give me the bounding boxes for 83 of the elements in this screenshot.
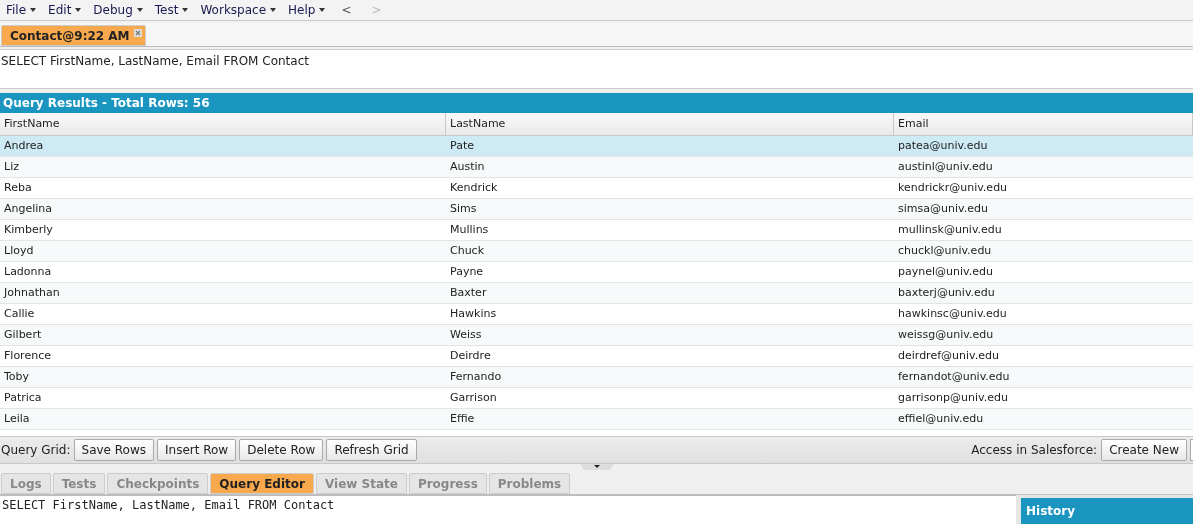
table-cell-text: chuckl@univ.edu (898, 242, 992, 259)
table-cell-text: Angelina (4, 200, 53, 217)
back-button[interactable]: < (337, 1, 356, 19)
menu-item[interactable]: File (6, 1, 37, 19)
table-cell-text: Pate (450, 137, 474, 154)
toolbar-button[interactable]: Create New (1101, 439, 1187, 461)
table-cell-text: Austin (450, 158, 485, 175)
table-cell-text: Patrica (4, 389, 42, 406)
table-row[interactable]: Toby Fernando fernandot@univ.edu (0, 367, 1193, 388)
results-title: Query Results - Total Rows: 56 (3, 95, 210, 112)
history-title: History (1026, 503, 1076, 520)
table-cell-text: simsa@univ.edu (898, 200, 988, 217)
table-cell-text: garrisonp@univ.edu (898, 389, 1008, 406)
table-cell-text: Callie (4, 305, 35, 322)
query-editor[interactable]: SELECT FirstName, LastName, Email FROM Contact (0, 495, 1016, 524)
menu-item[interactable]: Test (154, 1, 189, 19)
toolbar-button[interactable] (1190, 439, 1193, 461)
table-cell-text: Baxter (450, 284, 487, 301)
table-cell-text: mullinsk@univ.edu (898, 221, 1002, 238)
table-cell-text: Fernando (450, 368, 502, 385)
table-cell-text: hawkinsc@univ.edu (898, 305, 1007, 322)
table-row[interactable]: Andrea Pate patea@univ.edu (0, 136, 1193, 157)
toolbar-button[interactable]: Refresh Grid (326, 439, 417, 461)
column-header[interactable]: FirstName (0, 113, 446, 135)
table-cell-text: Reba (4, 179, 32, 196)
table-cell-text: Mullins (450, 221, 489, 238)
caret-icon (319, 8, 326, 12)
menu-item[interactable]: Edit (48, 1, 82, 19)
table-cell-text: Weiss (450, 326, 482, 343)
toolbar-button[interactable]: Save Rows (73, 439, 154, 461)
caret-icon (270, 8, 277, 12)
table-row[interactable]: Leila Effie effiel@univ.edu (0, 409, 1193, 430)
table-cell-text: Gilbert (4, 326, 42, 343)
table-cell-text: Sims (450, 200, 477, 217)
table-cell-text: kendrickr@univ.edu (898, 179, 1008, 196)
table-cell-text: weissg@univ.edu (898, 326, 994, 343)
toolbar-button[interactable]: Insert Row (157, 439, 237, 461)
table-cell-text: Garrison (450, 389, 497, 406)
table-cell-text: Chuck (450, 242, 485, 259)
column-header[interactable]: Email (894, 113, 1193, 135)
panel-tab[interactable]: Query Editor (210, 473, 314, 494)
table-cell-text: Toby (4, 368, 30, 385)
table-cell-text: Johnathan (4, 284, 60, 301)
caret-icon (75, 8, 82, 12)
table-cell-text: Deirdre (450, 347, 491, 364)
menu-item[interactable]: Debug (93, 1, 143, 19)
table-cell-text: Ladonna (4, 263, 52, 280)
table-cell-text: Lloyd (4, 242, 34, 259)
table-row[interactable]: Angelina Sims simsa@univ.edu (0, 199, 1193, 220)
table-cell-text: Liz (4, 158, 19, 175)
caret-icon (30, 8, 37, 12)
table-row[interactable]: Liz Austin austinl@univ.edu (0, 157, 1193, 178)
table-cell-text: Kimberly (4, 221, 53, 238)
tab-label: Contact@9:22 AM (10, 27, 130, 45)
table-cell-text: deirdref@univ.edu (898, 347, 999, 364)
splitter-handle[interactable] (579, 464, 614, 470)
menu-item[interactable]: Help (288, 1, 326, 19)
query-editor[interactable]: SELECT FirstName, LastName, Email FROM Contact (0, 49, 1193, 89)
table-cell-text: Effie (450, 410, 475, 427)
table-cell-text: austinl@univ.edu (898, 158, 993, 175)
toolbar-label: Query Grid: (1, 442, 71, 459)
table-cell-text: baxterj@univ.edu (898, 284, 995, 301)
table-cell-text: Kendrick (450, 179, 498, 196)
menu-item[interactable]: Workspace (200, 1, 277, 19)
close-icon[interactable] (133, 29, 142, 37)
table-row[interactable]: Johnathan Baxter baxterj@univ.edu (0, 283, 1193, 304)
toolbar-button[interactable]: Delete Row (239, 439, 324, 461)
table-cell-text: Leila (4, 410, 30, 427)
caret-icon (182, 8, 189, 12)
caret-icon (136, 8, 143, 12)
table-cell-text: Florence (4, 347, 51, 364)
table-cell-text: patea@univ.edu (898, 137, 988, 154)
table-cell-text: Hawkins (450, 305, 497, 322)
table-cell-text: paynel@univ.edu (898, 263, 993, 280)
table-row[interactable]: Gilbert Weiss weissg@univ.edu (0, 325, 1193, 346)
table-cell-text: effiel@univ.edu (898, 410, 984, 427)
column-header[interactable]: LastName (446, 113, 894, 135)
editor-tab[interactable]: Contact@9:22 AM (1, 25, 146, 46)
toolbar-label: Access in Salesforce: (971, 442, 1098, 459)
table-cell-text: Payne (450, 263, 484, 280)
table-cell-text: fernandot@univ.edu (898, 368, 1010, 385)
table-cell-text: Andrea (4, 137, 44, 154)
table-row[interactable]: Lloyd Chuck chuckl@univ.edu (0, 241, 1193, 262)
